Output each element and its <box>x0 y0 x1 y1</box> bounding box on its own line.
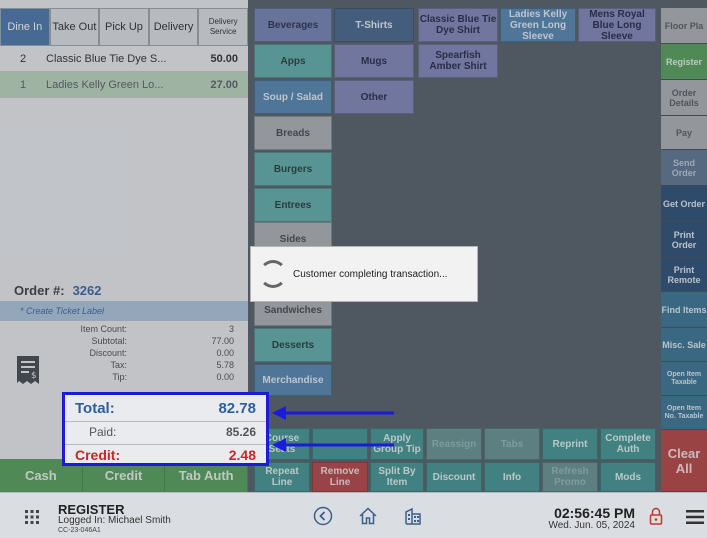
loading-spinner-icon <box>259 260 287 288</box>
paid-line: Paid: 85.26 <box>65 421 266 441</box>
credit-value: 2.48 <box>228 446 256 463</box>
total-value: 82.78 <box>218 399 256 417</box>
total-label: Total: <box>75 399 115 417</box>
home-icon[interactable] <box>358 506 378 526</box>
clock-time: 02:56:45 PM <box>554 505 635 521</box>
back-icon[interactable] <box>313 506 333 526</box>
lock-icon[interactable] <box>649 507 663 525</box>
dialog-message: Customer completing transaction... <box>293 268 448 280</box>
clock-date: Wed. Jun. 05, 2024 <box>548 520 635 531</box>
totals-box: Total: 82.78 Paid: 85.26 Credit: 2.48 <box>62 392 269 466</box>
building-icon[interactable] <box>403 506 423 526</box>
credit-line: Credit: 2.48 <box>65 444 266 464</box>
apps-grid-icon[interactable] <box>24 509 40 525</box>
arrow-left-icon <box>272 406 394 420</box>
paid-label: Paid: <box>89 424 117 439</box>
processing-dialog: Customer completing transaction... <box>250 246 478 302</box>
paid-value: 85.26 <box>225 424 256 439</box>
arrow-left-icon <box>272 438 394 452</box>
device-id: CC-23-046A1 <box>58 527 101 534</box>
bottom-status-bar: REGISTER Logged In: Michael Smith CC-23-… <box>0 492 707 538</box>
logged-in-user: Logged In: Michael Smith <box>58 515 171 526</box>
credit-label: Credit: <box>75 446 121 463</box>
total-line: Total: 82.78 <box>65 397 266 419</box>
hamburger-menu-icon[interactable] <box>686 510 704 524</box>
